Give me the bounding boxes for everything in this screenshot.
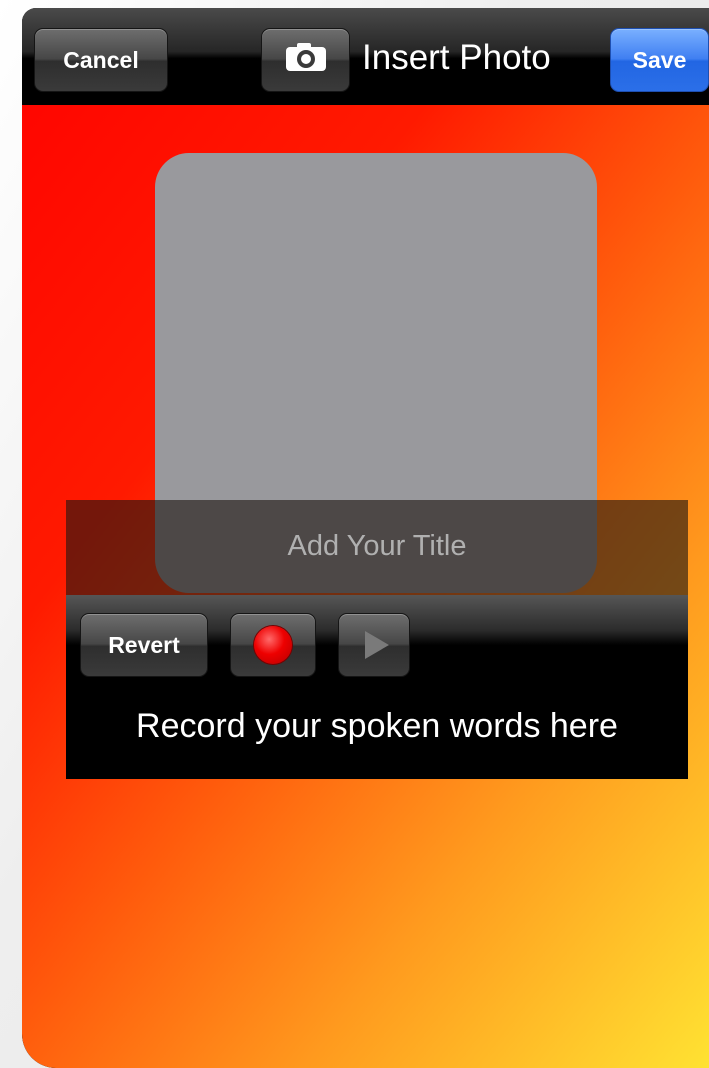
title-input[interactable]: Add Your Title [66, 500, 688, 595]
save-button[interactable]: Save [610, 28, 709, 92]
audio-panel: Revert Record your spoken words here [66, 595, 688, 779]
camera-icon [284, 41, 328, 79]
page: Cancel Insert Photo Save Add Your Title [0, 0, 709, 1068]
cancel-button[interactable]: Cancel [34, 28, 168, 92]
play-button[interactable] [338, 613, 410, 677]
page-title: Insert Photo [362, 38, 551, 77]
title-band: Add Your Title [66, 500, 688, 595]
card-background: Add Your Title Revert Record your spoken… [22, 105, 709, 1068]
record-button[interactable] [230, 613, 316, 677]
top-toolbar: Cancel Insert Photo Save [22, 8, 709, 105]
revert-button[interactable]: Revert [80, 613, 208, 677]
record-icon [254, 626, 292, 664]
play-icon [365, 631, 389, 659]
camera-button[interactable] [261, 28, 350, 92]
phone-screen: Cancel Insert Photo Save Add Your Title [22, 8, 709, 1068]
audio-caption: Record your spoken words here [136, 707, 618, 745]
